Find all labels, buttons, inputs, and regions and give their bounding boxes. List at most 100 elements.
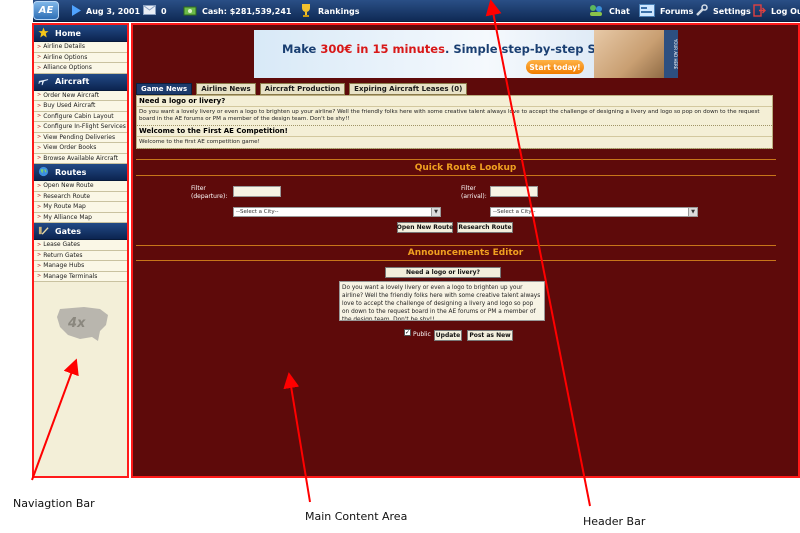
nav-section-aircraft[interactable]: Aircraft: [34, 73, 127, 91]
logout-label: Log Out: [771, 6, 800, 16]
nav-section-home[interactable]: Home: [34, 25, 127, 42]
envelope-icon: [143, 5, 156, 17]
chevron-down-icon[interactable]: ▼: [688, 208, 697, 216]
filter-arrival-input[interactable]: [490, 186, 538, 197]
sidebar-item-buy-used-aircraft[interactable]: > Buy Used Aircraft: [34, 101, 127, 112]
nav-item-label: Manage Terminals: [43, 272, 98, 280]
date-text: Aug 3, 2001: [86, 6, 141, 16]
tab-aircraft-production[interactable]: Aircraft Production: [259, 83, 346, 95]
sidebar-item-alliance-options[interactable]: > Alliance Options: [34, 63, 127, 74]
sidebar-item-airline-details[interactable]: > Airline Details: [34, 42, 127, 53]
nav-section-routes[interactable]: Routes: [34, 164, 127, 181]
quick-route-title: Quick Route Lookup: [414, 163, 517, 173]
star-icon: [38, 26, 49, 40]
ad-start-button[interactable]: Start today!: [526, 60, 584, 74]
tab-airline-news[interactable]: Airline News: [196, 83, 256, 95]
nav-item-label: Return Gates: [43, 251, 83, 259]
arrival-city-select[interactable]: --Select a City-- ▼: [490, 207, 698, 217]
announcement-headline-field[interactable]: Need a logo or livery?: [385, 267, 501, 278]
navigation-bar-caption: Naviagtion Bar: [13, 497, 95, 510]
forums-link[interactable]: Forums: [639, 0, 693, 22]
usa-map-badge: 4x: [54, 301, 112, 349]
sidebar-item-return-gates[interactable]: > Return Gates: [34, 250, 127, 261]
sidebar-item-order-new-aircraft[interactable]: > Order New Aircraft: [34, 90, 127, 101]
chevron-down-icon[interactable]: ▼: [431, 208, 440, 216]
sidebar-item-configure-cabin[interactable]: > Configure Cabin Layout: [34, 111, 127, 122]
sidebar-item-pending-deliveries[interactable]: > View Pending Deliveries: [34, 132, 127, 143]
filter-departure-label: Filter (departure):: [191, 185, 228, 200]
sidebar-item-research-route[interactable]: > Research Route: [34, 191, 127, 202]
trophy-icon: [299, 3, 313, 19]
sidebar-item-airline-options[interactable]: > Airline Options: [34, 52, 127, 63]
nav-item-label: Browse Available Aircraft: [43, 154, 118, 162]
select-value: --Select a City--: [493, 209, 536, 215]
news-item-title: Welcome to the First AE Competition!: [137, 126, 772, 137]
chat-label: Chat: [609, 6, 630, 16]
departure-city-select[interactable]: --Select a City-- ▼: [233, 207, 441, 217]
chat-link[interactable]: Chat: [588, 0, 630, 22]
research-route-button[interactable]: Research Route: [457, 222, 513, 233]
nav-section-title: Home: [55, 28, 81, 38]
nav-item-label: Airline Options: [43, 53, 88, 61]
nav-item-label: View Pending Deliveries: [43, 133, 116, 141]
news-item-title: Need a logo or livery?: [137, 96, 772, 107]
news-item-body: Welcome to the first AE competition game…: [137, 137, 772, 149]
divider: [136, 260, 776, 261]
tab-expiring-leases[interactable]: Expiring Aircraft Leases (0): [349, 83, 468, 95]
sidebar-item-open-new-route[interactable]: > Open New Route: [34, 181, 127, 192]
filter-departure-input[interactable]: [233, 186, 281, 197]
news-item-body: Do you want a lovely livery or even a lo…: [137, 107, 772, 126]
announcement-body-textarea[interactable]: Do you want a lovely livery or even a lo…: [339, 281, 545, 321]
nav-item-label: Alliance Options: [43, 64, 92, 72]
messages[interactable]: 0: [143, 0, 167, 22]
post-as-new-button[interactable]: Post as New: [467, 330, 513, 341]
nav-item-label: Open New Route: [43, 182, 94, 190]
sidebar-item-manage-hubs[interactable]: > Manage Hubs: [34, 261, 127, 272]
sidebar-item-browse-aircraft[interactable]: > Browse Available Aircraft: [34, 153, 127, 164]
cash-text: Cash: $281,539,241: [202, 6, 292, 16]
sidebar-item-alliance-map[interactable]: > My Alliance Map: [34, 212, 127, 223]
nav-section-gates[interactable]: Gates: [34, 223, 127, 240]
plane-icon: [38, 75, 49, 88]
play-icon[interactable]: [71, 4, 81, 18]
settings-label: Settings: [713, 6, 751, 16]
nav-item-label: Airline Details: [43, 43, 85, 51]
nav-item-label: Configure Cabin Layout: [43, 112, 114, 120]
main-content-area: Make 300€ in 15 minutes. Simple step-by-…: [131, 23, 800, 478]
sidebar-item-order-books[interactable]: > View Order Books: [34, 143, 127, 154]
nav-section-title: Gates: [55, 226, 81, 236]
nav-item-label: My Alliance Map: [43, 213, 92, 221]
sidebar-item-lease-gates[interactable]: > Lease Gates: [34, 240, 127, 251]
filter-arrival-label: Filter (arrival):: [461, 185, 487, 200]
date-display: Aug 3, 2001: [71, 0, 140, 22]
header-bar: AE Aug 3, 2001 0 Cash: $281,539,241 Rank…: [33, 0, 800, 22]
ad-headline: Make 300€ in 15 minutes. Simple step-by-…: [282, 42, 640, 56]
news-tabs: Game News Airline News Aircraft Producti…: [136, 83, 468, 95]
sidebar-item-manage-terminals[interactable]: > Manage Terminals: [34, 271, 127, 282]
logout-link[interactable]: Log Out: [753, 0, 800, 22]
ad-photo: [594, 30, 664, 78]
tab-game-news[interactable]: Game News: [136, 83, 193, 95]
nav-item-label: My Route Map: [43, 203, 86, 211]
advertisement-banner[interactable]: Make 300€ in 15 minutes. Simple step-by-…: [254, 30, 678, 78]
settings-link[interactable]: Settings: [695, 0, 751, 22]
header-bar-caption: Header Bar: [583, 515, 646, 528]
public-label: Public: [413, 331, 431, 338]
wrench-icon: [695, 3, 708, 19]
open-new-route-button[interactable]: Open New Route: [397, 222, 453, 233]
sidebar-item-route-map[interactable]: > My Route Map: [34, 202, 127, 213]
public-checkbox[interactable]: ✓: [404, 329, 411, 336]
rankings-link[interactable]: Rankings: [299, 0, 360, 22]
news-panel: Need a logo or livery? Do you want a lov…: [136, 95, 773, 149]
main-content-caption: Main Content Area: [305, 510, 408, 523]
update-button[interactable]: Update: [434, 330, 462, 341]
nav-item-label: Order New Aircraft: [43, 91, 100, 99]
sidebar-item-configure-inflight[interactable]: > Configure In-Flight Services: [34, 122, 127, 133]
select-value: --Select a City--: [236, 209, 279, 215]
ad-side-label: YOUR AD HERE: [664, 30, 678, 78]
ad-text-a: Make: [282, 42, 321, 56]
nav-item-label: View Order Books: [43, 144, 97, 152]
chat-icon: [588, 4, 604, 19]
app-logo[interactable]: AE: [33, 1, 59, 20]
announcements-title: Announcements Editor: [407, 248, 524, 258]
